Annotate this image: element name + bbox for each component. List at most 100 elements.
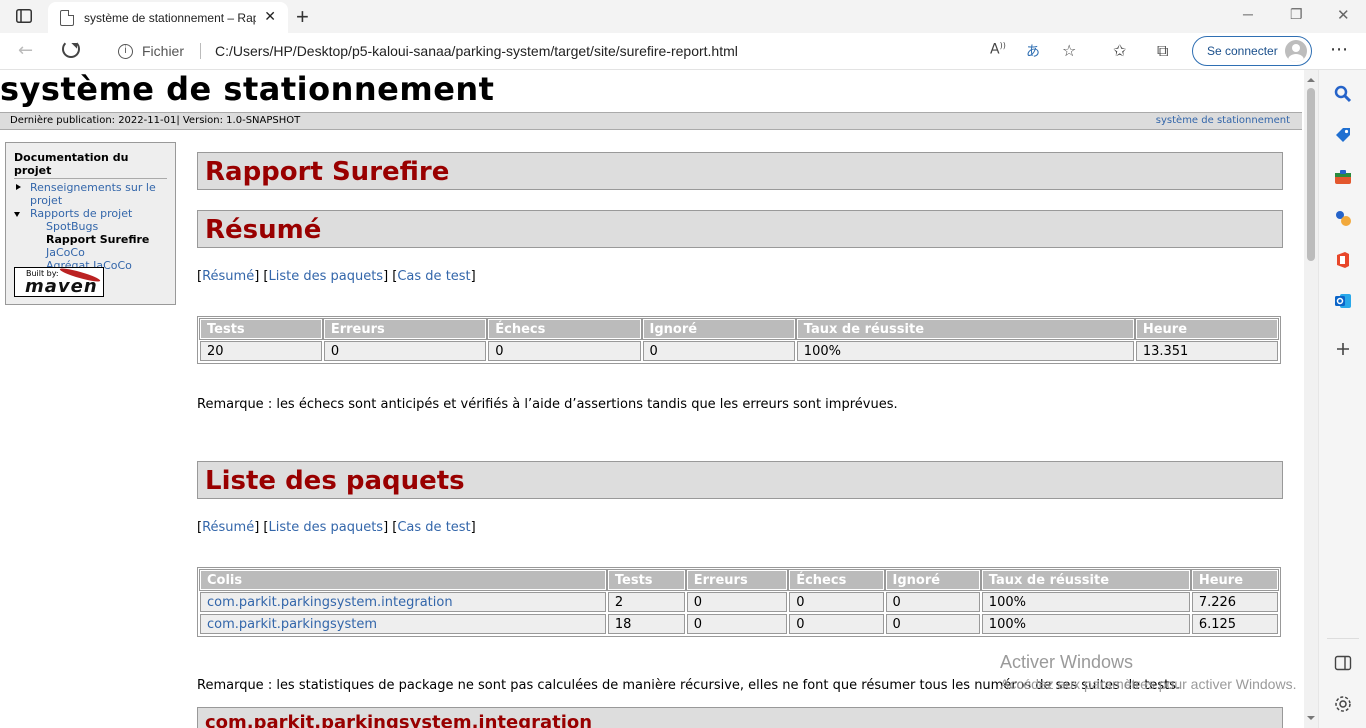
search-icon[interactable]: [1334, 85, 1352, 103]
table-cell: 2: [607, 592, 685, 612]
shopping-tag-icon[interactable]: [1334, 126, 1352, 144]
more-menu-icon[interactable]: ⋯: [1330, 39, 1348, 60]
settings-gear-icon[interactable]: [1334, 695, 1352, 713]
column-header: Heure: [1190, 569, 1280, 591]
report-title: Rapport Surefire: [197, 152, 1283, 190]
link-test-cases[interactable]: Cas de test: [397, 269, 470, 284]
favorite-add-icon[interactable]: ☆: [1062, 41, 1076, 60]
collections-icon[interactable]: ⧉: [1157, 41, 1168, 61]
activation-watermark-title: Activer Windows: [1000, 652, 1134, 672]
info-icon[interactable]: i: [118, 43, 133, 59]
nav-item-project-info[interactable]: Renseignements sur le projet: [14, 181, 167, 207]
address-bar[interactable]: i Fichier C:/Users/HP/Desktop/p5-kaloui-…: [102, 36, 1094, 66]
table-header-row: Colis Tests Erreurs Échecs Ignoré Taux d…: [199, 569, 1280, 591]
outlook-icon[interactable]: [1334, 292, 1352, 310]
table-cell: 0: [789, 614, 884, 634]
breadcrumb-link[interactable]: système de stationnement: [1156, 113, 1290, 129]
column-header: Ignoré: [641, 318, 796, 340]
address-scheme: Fichier: [142, 43, 185, 59]
page-scrollbar[interactable]: [1304, 70, 1318, 728]
link-summary[interactable]: Résumé: [202, 269, 254, 284]
package-section-heading: com.parkit.parkingsystem.integration: [197, 707, 1283, 728]
table-row: com.parkit.parkingsystem.integration 2 0…: [200, 592, 1278, 612]
table-cell[interactable]: com.parkit.parkingsystem.integration: [200, 592, 606, 612]
nav-subitem-surefire: Rapport Surefire: [46, 233, 150, 246]
publication-info: Dernière publication: 2022-11-01| Versio…: [10, 115, 301, 126]
table-cell[interactable]: com.parkit.parkingsystem: [200, 614, 606, 634]
minimize-icon[interactable]: ─: [1243, 6, 1253, 22]
office-icon[interactable]: [1334, 251, 1352, 269]
table-cell: 100%: [981, 592, 1190, 612]
link-test-cases[interactable]: Cas de test: [397, 520, 470, 535]
scroll-up-arrow-icon[interactable]: [1307, 74, 1315, 82]
new-tab-icon[interactable]: +: [296, 4, 309, 30]
table-cell: 0: [686, 614, 788, 634]
translate-icon[interactable]: あ: [1026, 41, 1040, 61]
window-close-icon[interactable]: ✕: [1337, 6, 1350, 24]
summary-note: Remarque : les échecs sont anticipés et …: [197, 397, 898, 412]
column-header: Heure: [1134, 318, 1280, 340]
table-cell: 0: [642, 341, 795, 361]
back-icon[interactable]: ←: [18, 40, 33, 61]
table-cell: 6.125: [1191, 614, 1278, 634]
read-aloud-icon[interactable]: A)): [990, 41, 1006, 58]
add-icon[interactable]: [1334, 340, 1352, 358]
signin-label: Se connecter: [1207, 44, 1278, 58]
restore-icon[interactable]: ❐: [1290, 6, 1303, 23]
package-link[interactable]: com.parkit.parkingsystem: [207, 617, 377, 632]
table-cell: 100%: [981, 614, 1190, 634]
favorites-icon[interactable]: ✩: [1113, 41, 1126, 60]
column-header: Taux de réussite: [795, 318, 1135, 340]
column-header: Échecs: [788, 569, 885, 591]
column-header: Échecs: [487, 318, 642, 340]
packages-table: Colis Tests Erreurs Échecs Ignoré Taux d…: [197, 567, 1281, 637]
table-header-row: Tests Erreurs Échecs Ignoré Taux de réus…: [199, 318, 1280, 340]
column-header: Taux de réussite: [980, 569, 1191, 591]
column-header: Ignoré: [884, 569, 981, 591]
nav-item-label: Rapports de projet: [30, 207, 133, 220]
column-header: Erreurs: [685, 569, 789, 591]
signin-button[interactable]: Se connecter: [1192, 36, 1312, 66]
edge-sidebar: [1318, 70, 1366, 728]
link-summary[interactable]: Résumé: [202, 520, 254, 535]
table-cell: 0: [488, 341, 641, 361]
table-cell: 0: [686, 592, 788, 612]
section-links: [Résumé] [Liste des paquets] [Cas de tes…: [197, 269, 476, 284]
link-packages[interactable]: Liste des paquets: [268, 269, 383, 284]
table-cell: 18: [607, 614, 685, 634]
scroll-down-arrow-icon[interactable]: [1307, 716, 1315, 724]
navigation-toolbar: ← i Fichier C:/Users/HP/Desktop/p5-kalou…: [0, 33, 1366, 70]
nav-subitem-spotbugs[interactable]: SpotBugs: [14, 220, 167, 233]
nav-heading: Documentation du projet: [14, 151, 167, 179]
table-cell: 20: [200, 341, 322, 361]
column-header: Colis: [199, 569, 607, 591]
maven-logo[interactable]: Built by: maven: [14, 266, 104, 297]
tab-title: système de stationnement – Rapport Suref…: [84, 10, 256, 25]
avatar-icon: [1285, 40, 1307, 62]
table-cell: 0: [323, 341, 487, 361]
tools-icon[interactable]: [1334, 168, 1352, 186]
nav-item-project-reports[interactable]: Rapports de projet: [14, 207, 167, 220]
close-tab-icon[interactable]: ✕: [264, 9, 276, 25]
column-header: Erreurs: [322, 318, 488, 340]
hide-sidebar-icon[interactable]: [1334, 654, 1352, 672]
page-content: système de stationnement Dernière public…: [0, 70, 1304, 728]
nav-subitem-jacoco[interactable]: JaCoCo: [14, 246, 167, 259]
column-header: Tests: [606, 569, 686, 591]
site-title: système de stationnement: [0, 70, 495, 108]
games-icon[interactable]: [1334, 209, 1352, 227]
package-link[interactable]: com.parkit.parkingsystem.integration: [207, 595, 453, 610]
reload-icon[interactable]: [62, 40, 80, 58]
expanded-arrow-icon: [14, 212, 20, 220]
browser-window: système de stationnement – Rapport Suref…: [0, 0, 1366, 728]
tab-actions-icon[interactable]: [14, 7, 34, 25]
table-row: 20 0 0 0 100% 13.351: [200, 341, 1278, 361]
tab-active[interactable]: système de stationnement – Rapport Suref…: [48, 2, 288, 33]
link-packages[interactable]: Liste des paquets: [268, 520, 383, 535]
nav-item-label-line2: projet: [30, 194, 63, 207]
column-header: Tests: [199, 318, 323, 340]
url-text[interactable]: C:/Users/HP/Desktop/p5-kaloui-sanaa/park…: [215, 43, 738, 59]
summary-heading: Résumé: [197, 210, 1283, 248]
scroll-thumb[interactable]: [1307, 88, 1315, 261]
nav-item-label-line1: Renseignements sur le: [30, 181, 156, 194]
